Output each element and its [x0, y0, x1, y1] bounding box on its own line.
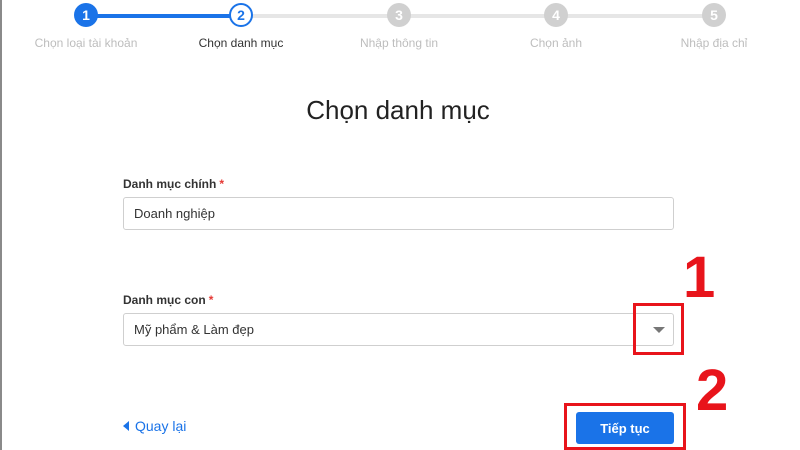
step-3: 3 Nhập thông tin [334, 3, 464, 50]
step-4-label: Chọn ảnh [529, 36, 583, 50]
step-5: 5 Nhập địa chỉ [649, 3, 779, 50]
progress-stepper: 1 Chọn loại tài khoản 2 Chọn danh mục 3 … [0, 0, 800, 60]
annotation-number-1: 1 [683, 245, 716, 310]
sub-category-select[interactable]: Mỹ phẩm & Làm đẹp [123, 313, 674, 346]
back-link[interactable]: Quay lại [123, 418, 186, 434]
sub-category-label: Danh mục con * [123, 293, 213, 307]
step-2-circle: 2 [229, 3, 253, 27]
step-2-label: Chọn danh mục [198, 36, 284, 50]
main-category-label: Danh mục chính * [123, 177, 224, 191]
main-category-input[interactable]: Doanh nghiệp [123, 197, 674, 230]
step-3-label: Nhập thông tin [359, 36, 439, 50]
chevron-left-icon [123, 421, 129, 431]
annotation-number-2: 2 [696, 358, 729, 423]
main-category-value: Doanh nghiệp [134, 206, 215, 221]
required-mark: * [208, 293, 214, 307]
sub-category-value: Mỹ phẩm & Làm đẹp [134, 322, 254, 337]
window-edge [0, 0, 2, 450]
main-category-label-text: Danh mục chính [123, 177, 217, 191]
stepper-line-pending [241, 14, 714, 18]
step-2[interactable]: 2 Chọn danh mục [176, 3, 306, 50]
annotation-box-dropdown [633, 303, 684, 355]
step-1-circle: 1 [74, 3, 98, 27]
page-title: Chọn danh mục [306, 95, 490, 125]
step-1[interactable]: 1 Chọn loại tài khoản [21, 3, 151, 50]
required-mark: * [219, 177, 225, 191]
sub-category-label-text: Danh mục con [123, 293, 206, 307]
step-5-circle: 5 [702, 3, 726, 27]
step-1-label: Chọn loại tài khoản [34, 36, 138, 50]
step-4: 4 Chọn ảnh [491, 3, 621, 50]
back-link-label: Quay lại [135, 418, 187, 434]
step-5-label: Nhập địa chỉ [680, 36, 748, 50]
step-4-circle: 4 [544, 3, 568, 27]
annotation-box-continue [564, 403, 686, 450]
step-3-circle: 3 [387, 3, 411, 27]
